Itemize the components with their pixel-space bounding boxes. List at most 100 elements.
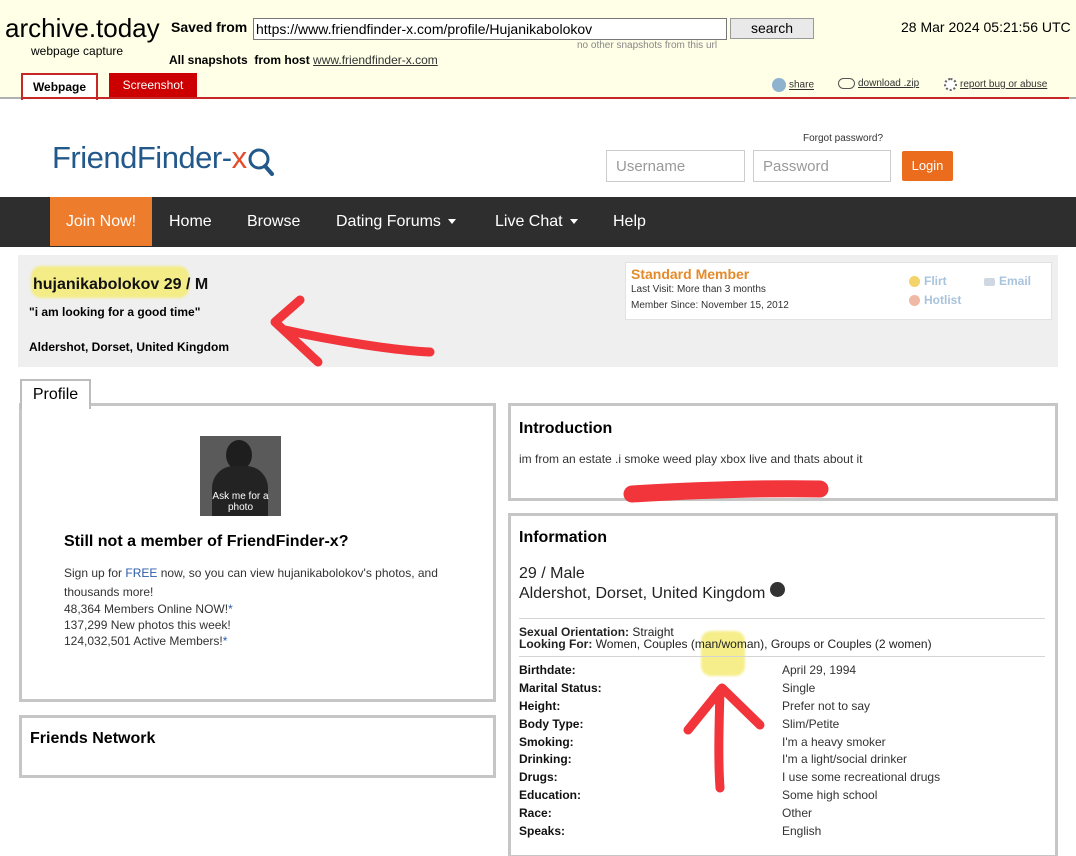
detail-value: Slim/Petite bbox=[782, 717, 840, 731]
stat-line: 124,032,501 Active Members!* bbox=[64, 634, 227, 648]
stat-line: 137,299 New photos this week! bbox=[64, 618, 231, 632]
stat-footnote: * bbox=[222, 634, 228, 648]
detail-value: I'm a light/social drinker bbox=[782, 752, 908, 766]
archive-subtitle: webpage capture bbox=[31, 44, 124, 58]
detail-value: Other bbox=[782, 806, 813, 820]
detail-value: Some high school bbox=[782, 788, 878, 802]
logo-text: FriendFinder- bbox=[52, 140, 232, 175]
detail-value: Prefer not to say bbox=[782, 699, 871, 713]
detail-value: April 29, 1994 bbox=[782, 663, 857, 677]
looking-for-value: Women, Couples (man/woman), Groups or Co… bbox=[595, 637, 932, 651]
share-link[interactable]: share bbox=[772, 78, 814, 92]
looking-for-row: Looking For: Women, Couples (man/woman),… bbox=[519, 637, 932, 651]
tab-webpage[interactable]: Webpage bbox=[21, 73, 98, 100]
nav-home[interactable]: Home bbox=[169, 197, 212, 246]
detail-label: Drinking: bbox=[519, 752, 572, 766]
tab-divider bbox=[21, 97, 1069, 99]
site-logo[interactable]: FriendFinder-x bbox=[52, 140, 274, 176]
divider bbox=[519, 656, 1045, 657]
email-label: Email bbox=[999, 274, 1032, 288]
hotlist-icon bbox=[909, 295, 920, 307]
divider bbox=[519, 618, 1045, 619]
envelope-icon bbox=[984, 277, 995, 286]
nav-browse[interactable]: Browse bbox=[247, 197, 300, 246]
nav-live-chat[interactable]: Live Chat bbox=[495, 197, 578, 246]
host-link[interactable]: www.friendfinder-x.com bbox=[313, 53, 438, 67]
profile-location: Aldershot, Dorset, United Kingdom bbox=[29, 340, 230, 354]
signup-text: Sign up for FREE now, so you can view hu… bbox=[64, 564, 464, 602]
share-label: share bbox=[789, 79, 815, 91]
url-input[interactable]: https://www.friendfinder-x.com/profile/H… bbox=[253, 18, 727, 40]
last-visit: Last Visit: More than 3 months bbox=[631, 284, 766, 295]
detail-value: Single bbox=[782, 681, 816, 695]
avatar[interactable]: Ask me for a photo bbox=[200, 436, 281, 516]
hotlist-label: Hotlist bbox=[924, 293, 962, 307]
member-since: Member Since: November 15, 2012 bbox=[631, 300, 789, 311]
logo-x: x bbox=[231, 140, 248, 175]
tab-profile[interactable]: Profile bbox=[20, 379, 91, 409]
email-button[interactable]: Email bbox=[984, 274, 1031, 288]
chevron-down-icon bbox=[447, 219, 456, 225]
profile-username: hujanikabolokov bbox=[33, 276, 160, 293]
profile-username-line: hujanikabolokov 29 / M bbox=[33, 276, 208, 294]
download-label: download .zip bbox=[858, 78, 920, 90]
profile-age-sex: 29 / M bbox=[163, 276, 209, 293]
cloud-download-icon bbox=[838, 78, 855, 89]
stat-text: 124,032,501 Active Members! bbox=[64, 634, 223, 648]
saved-from-label: Saved from bbox=[171, 19, 248, 35]
stat-text: 137,299 New photos this week! bbox=[64, 618, 231, 632]
nav-live-chat-label: Live Chat bbox=[495, 213, 563, 230]
chevron-down-icon bbox=[569, 219, 578, 225]
all-snapshots-line: All snapshots from host www.friendfinder… bbox=[169, 53, 438, 67]
archive-logo[interactable]: archive.today bbox=[5, 13, 160, 44]
detail-label: Speaks: bbox=[519, 824, 566, 838]
page: archive.today webpage capture Saved from… bbox=[0, 0, 1076, 856]
flirt-label: Flirt bbox=[924, 274, 947, 288]
nav-dating-forums[interactable]: Dating Forums bbox=[336, 197, 456, 246]
detail-label: Smoking: bbox=[519, 735, 574, 749]
detail-label: Marital Status: bbox=[519, 681, 602, 695]
member-type: Standard Member bbox=[631, 266, 750, 282]
photo-caption: Ask me for a photo bbox=[212, 491, 269, 513]
login-button[interactable]: Login bbox=[902, 151, 953, 181]
hotlist-button[interactable]: Hotlist bbox=[909, 293, 961, 307]
introduction-title: Introduction bbox=[519, 420, 613, 437]
from-host-label: from host bbox=[254, 53, 310, 67]
stat-footnote: * bbox=[228, 602, 233, 616]
signup-pre: Sign up for bbox=[64, 566, 123, 580]
introduction-text: im from an estate .i smoke weed play xbo… bbox=[519, 452, 863, 466]
main-nav: Join Now! Home Browse Dating Forums Live… bbox=[0, 197, 1076, 247]
username-input[interactable]: Username bbox=[606, 150, 745, 182]
smiley-icon bbox=[909, 276, 920, 288]
detail-value: I'm a heavy smoker bbox=[782, 735, 886, 749]
flirt-button[interactable]: Flirt bbox=[909, 274, 947, 288]
report-link[interactable]: report bug or abuse bbox=[944, 78, 1047, 91]
detail-label: Education: bbox=[519, 788, 581, 802]
detail-label: Height: bbox=[519, 699, 561, 713]
free-link[interactable]: FREE bbox=[125, 566, 157, 580]
download-link[interactable]: download .zip bbox=[838, 78, 919, 89]
password-input[interactable]: Password bbox=[753, 150, 891, 182]
tab-screenshot[interactable]: Screenshot bbox=[109, 73, 197, 98]
looking-for-label: Looking For: bbox=[519, 637, 593, 651]
nav-help[interactable]: Help bbox=[613, 197, 646, 246]
magnifier-icon bbox=[248, 148, 274, 176]
search-button[interactable]: search bbox=[730, 18, 814, 39]
stat-line: 48,364 Members Online NOW!* bbox=[64, 602, 233, 616]
profile-headline: "i am looking for a good time" bbox=[29, 305, 201, 319]
info-location-line: Aldershot, Dorset, United Kingdom bbox=[519, 582, 786, 603]
info-age-sex: 29 / Male bbox=[519, 565, 585, 582]
nav-dating-forums-label: Dating Forums bbox=[336, 213, 441, 230]
detail-label: Race: bbox=[519, 806, 552, 820]
detail-label: Drugs: bbox=[519, 770, 558, 784]
signup-title: Still not a member of FriendFinder-x? bbox=[64, 533, 349, 550]
information-title: Information bbox=[519, 529, 607, 546]
globe-icon[interactable] bbox=[770, 582, 786, 597]
bug-icon bbox=[944, 78, 957, 91]
forgot-password-link[interactable]: Forgot password? bbox=[803, 133, 883, 144]
share-icon bbox=[772, 78, 786, 92]
detail-value: English bbox=[782, 824, 822, 838]
detail-value: I use some recreational drugs bbox=[782, 770, 941, 784]
detail-label: Body Type: bbox=[519, 717, 584, 731]
nav-join-now[interactable]: Join Now! bbox=[50, 197, 152, 246]
